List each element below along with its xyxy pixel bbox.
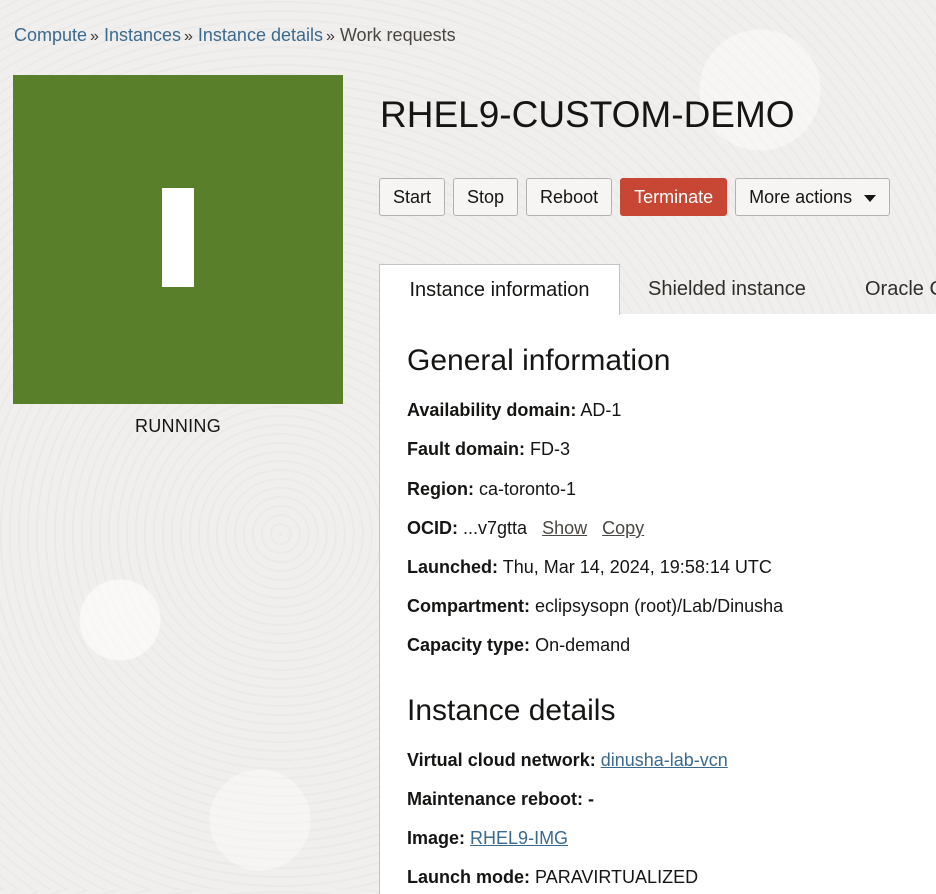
field-region: Region: ca-toronto-1: [407, 478, 576, 500]
field-image: Image: RHEL9-IMG: [407, 827, 568, 849]
vcn-link[interactable]: dinusha-lab-vcn: [601, 750, 728, 770]
breadcrumb-instance-details[interactable]: Instance details: [198, 25, 323, 45]
instance-information-panel: General information Availability domain:…: [379, 314, 936, 894]
breadcrumb-compute[interactable]: Compute: [14, 25, 87, 45]
page-title: RHEL9-CUSTOM-DEMO: [380, 94, 795, 135]
field-value: eclipsysopn (root)/Lab/Dinusha: [535, 596, 784, 616]
field-label: Maintenance reboot:: [407, 789, 584, 809]
image-link[interactable]: RHEL9-IMG: [470, 828, 568, 848]
terminate-button[interactable]: Terminate: [620, 178, 728, 216]
tab-bar: Instance information Shielded instance O…: [379, 264, 936, 315]
field-label: Compartment:: [407, 596, 531, 616]
more-actions-label: More actions: [749, 186, 853, 207]
instance-status-label: RUNNING: [134, 416, 222, 436]
field-label: Image:: [407, 828, 466, 848]
ocid-copy-link[interactable]: Copy: [602, 518, 644, 538]
field-availability-domain: Availability domain: AD-1: [407, 399, 621, 421]
breadcrumb-separator: »: [90, 28, 99, 45]
field-label: Region:: [407, 479, 474, 499]
field-value: Thu, Mar 14, 2024, 19:58:14 UTC: [502, 557, 772, 577]
field-fault-domain: Fault domain: FD-3: [407, 438, 570, 460]
field-launched: Launched: Thu, Mar 14, 2024, 19:58:14 UT…: [407, 556, 772, 578]
section-title-instance-details: Instance details: [407, 694, 616, 727]
breadcrumb-separator: »: [184, 28, 193, 45]
field-value: PARAVIRTUALIZED: [535, 867, 699, 887]
tab-oracle-cloud-agent[interactable]: Oracle C: [865, 264, 936, 314]
field-value: ca-toronto-1: [479, 479, 577, 499]
field-value: On-demand: [535, 635, 631, 655]
field-label: Availability domain:: [407, 400, 577, 420]
field-virtual-cloud-network: Virtual cloud network: dinusha-lab-vcn: [407, 749, 728, 771]
field-label: Virtual cloud network:: [407, 750, 596, 770]
field-capacity-type: Capacity type: On-demand: [407, 634, 630, 656]
field-label: Fault domain:: [407, 439, 525, 459]
field-label: OCID:: [407, 518, 458, 538]
breadcrumb: Compute» Instances» Instance details» Work …: [14, 24, 456, 48]
instance-status-tile: [13, 75, 343, 404]
field-launch-mode: Launch mode: PARAVIRTUALIZED: [407, 866, 698, 888]
start-button[interactable]: Start: [379, 178, 446, 216]
tab-instance-information[interactable]: Instance information: [379, 264, 620, 315]
stop-button[interactable]: Stop: [453, 178, 519, 216]
instance-tile-letter-glyph: [162, 188, 194, 287]
field-value: -: [588, 789, 595, 809]
breadcrumb-separator: »: [325, 28, 335, 45]
reboot-button[interactable]: Reboot: [526, 178, 613, 216]
field-maintenance-reboot: Maintenance reboot: -: [407, 788, 594, 810]
section-title-general-information: General information: [407, 344, 671, 377]
field-compartment: Compartment: eclipsysopn (root)/Lab/Dinu…: [407, 595, 783, 617]
field-label: Launched:: [407, 557, 499, 577]
instance-tabs-container: Instance information Shielded instance O…: [379, 264, 936, 894]
field-label: Launch mode:: [407, 867, 531, 887]
field-label: Capacity type:: [407, 635, 531, 655]
action-toolbar: Start Stop Reboot Terminate More actions: [379, 178, 891, 216]
field-value: FD-3: [530, 439, 571, 459]
tab-shielded-instance[interactable]: Shielded instance: [648, 264, 806, 314]
ocid-show-link[interactable]: Show: [542, 518, 587, 538]
field-value: AD-1: [580, 400, 622, 420]
breadcrumb-current: Work requests: [339, 25, 456, 45]
more-actions-button[interactable]: More actions: [735, 178, 891, 216]
breadcrumb-instances[interactable]: Instances: [104, 25, 181, 45]
field-ocid: OCID: ...v7gtta Show Copy: [407, 517, 644, 539]
caret-down-icon: [864, 194, 877, 202]
field-value: ...v7gtta: [463, 518, 528, 538]
